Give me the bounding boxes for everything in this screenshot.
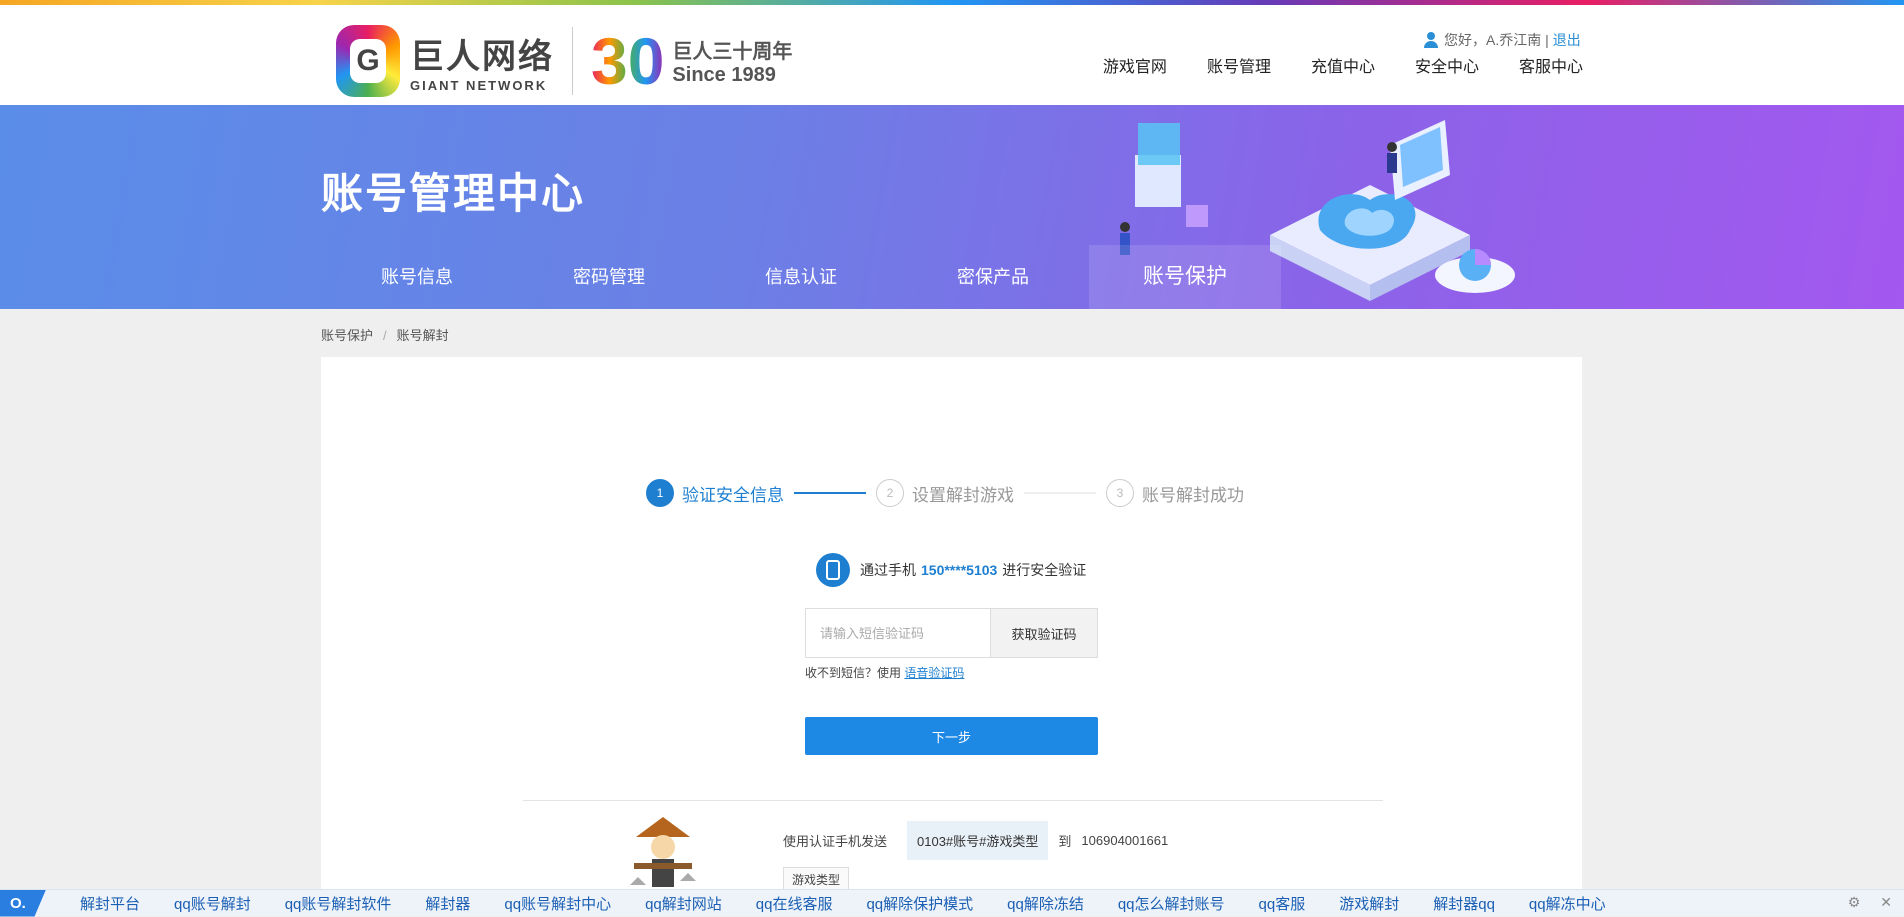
- bottom-link[interactable]: qq解冻中心: [1529, 893, 1606, 914]
- logo-cn: 巨人网络: [410, 38, 554, 76]
- bottom-link[interactable]: qq账号解封中心: [504, 893, 611, 914]
- step-unblock-success: 3 账号解封成功: [1106, 479, 1244, 507]
- bottom-link[interactable]: qq解除保护模式: [866, 893, 973, 914]
- account-banner: 账号管理中心 账号信息 密码管理 信息认证 密保产品 账号保护: [0, 105, 1904, 309]
- scarecrow-illustration: [630, 817, 696, 887]
- nav-game-site[interactable]: 游戏官网: [1103, 53, 1167, 77]
- anniversary-30-icon: 30: [591, 24, 665, 98]
- banner-title: 账号管理中心: [321, 170, 586, 217]
- section-divider: [523, 800, 1383, 801]
- sms-code-row: 获取验证码: [805, 608, 1098, 658]
- greeting-text: 您好，A.乔江南 |: [1444, 32, 1549, 48]
- step-label: 账号解封成功: [1142, 485, 1244, 505]
- tab-security-products[interactable]: 密保产品: [897, 245, 1089, 309]
- logout-link[interactable]: 退出: [1553, 30, 1581, 50]
- step-number: 1: [646, 479, 674, 507]
- no-sms-hint: 收不到短信？使用 语音验证码: [805, 664, 964, 681]
- step-verify-security: 1 验证安全信息: [646, 479, 784, 507]
- sms-code-format: 0103#账号#游戏类型: [907, 821, 1049, 860]
- step-connector: [1024, 492, 1096, 494]
- bottom-link[interactable]: qq账号解封软件: [285, 893, 392, 914]
- bottom-search-bar: O. 解封平台 qq账号解封 qq账号解封软件 解封器 qq账号解封中心 qq解…: [0, 889, 1904, 917]
- logo-en: GIANT NETWORK: [410, 78, 548, 93]
- bottom-tools: ⚙ ✕: [1848, 894, 1892, 911]
- user-greeting: 您好，A.乔江南 | 退出: [1424, 30, 1581, 50]
- giant-logo-icon: [336, 25, 400, 97]
- breadcrumb-separator: /: [383, 328, 387, 343]
- breadcrumb-account-protection[interactable]: 账号保护: [321, 328, 373, 343]
- nav-recharge-center[interactable]: 充值中心: [1311, 53, 1375, 77]
- bottom-link[interactable]: qq客服: [1259, 893, 1306, 914]
- bottom-link[interactable]: qq解除冻结: [1007, 893, 1084, 914]
- step-label: 验证安全信息: [682, 485, 784, 505]
- sms-instruction: 使用认证手机发送 0103#账号#游戏类型 到 106904001661: [783, 821, 1168, 860]
- tab-account-protection[interactable]: 账号保护: [1089, 245, 1281, 309]
- tab-password-management[interactable]: 密码管理: [513, 245, 705, 309]
- next-step-button[interactable]: 下一步: [805, 717, 1098, 755]
- breadcrumb-account-unblock: 账号解封: [396, 328, 449, 343]
- verify-prefix: 通过手机: [860, 562, 916, 578]
- anniversary-since: Since 1989: [672, 64, 776, 86]
- step-number: 3: [1106, 479, 1134, 507]
- step-set-game: 2 设置解封游戏: [876, 479, 1014, 507]
- bottom-link[interactable]: 解封平台: [80, 893, 140, 914]
- user-icon: [1424, 32, 1438, 48]
- anniversary-cn: 巨人三十周年: [672, 41, 793, 63]
- account-tabs: 账号信息 密码管理 信息认证 密保产品 账号保护: [321, 245, 1281, 309]
- sms-to: 到: [1058, 834, 1072, 849]
- masked-phone-number: 150****5103: [921, 562, 998, 578]
- nav-security-center[interactable]: 安全中心: [1415, 53, 1479, 77]
- bottom-link[interactable]: 解封器: [425, 893, 470, 914]
- bottom-link[interactable]: qq怎么解封账号: [1118, 893, 1225, 914]
- top-nav: 游戏官网 账号管理 充值中心 安全中心 客服中心: [1103, 53, 1583, 77]
- site-header: 巨人网络 GIANT NETWORK 30 巨人三十周年 Since 1989 …: [0, 5, 1904, 105]
- search-logo-icon[interactable]: O.: [0, 889, 46, 917]
- voice-code-link[interactable]: 语音验证码: [904, 666, 964, 680]
- sms-code-input[interactable]: [805, 608, 990, 658]
- bottom-link[interactable]: 游戏解封: [1339, 893, 1399, 914]
- brand-logo[interactable]: 巨人网络 GIANT NETWORK 30 巨人三十周年 Since 1989: [336, 25, 792, 97]
- bottom-link[interactable]: 解封器qq: [1433, 893, 1495, 914]
- progress-steps: 1 验证安全信息 2 设置解封游戏 3 账号解封成功: [646, 479, 1244, 507]
- nav-service-center[interactable]: 客服中心: [1519, 53, 1583, 77]
- bottom-link[interactable]: qq在线客服: [756, 893, 833, 914]
- tab-account-info[interactable]: 账号信息: [321, 245, 513, 309]
- settings-gear-icon[interactable]: ⚙: [1848, 894, 1861, 911]
- get-code-button[interactable]: 获取验证码: [990, 608, 1098, 658]
- close-icon[interactable]: ✕: [1880, 894, 1892, 911]
- nav-account-management[interactable]: 账号管理: [1207, 53, 1271, 77]
- bottom-link[interactable]: qq账号解封: [174, 893, 251, 914]
- verify-suffix: 进行安全验证: [1002, 562, 1087, 578]
- bottom-link[interactable]: qq解封网站: [645, 893, 722, 914]
- breadcrumb: 账号保护 / 账号解封: [321, 325, 449, 344]
- tab-identity-verification[interactable]: 信息认证: [705, 245, 897, 309]
- sms-send-text: 使用认证手机发送: [783, 834, 888, 849]
- bottom-links: 解封平台 qq账号解封 qq账号解封软件 解封器 qq账号解封中心 qq解封网站…: [80, 893, 1606, 914]
- step-connector: [794, 492, 866, 494]
- phone-verify-line: 通过手机 150****5103 进行安全验证: [816, 553, 1086, 587]
- sms-target-number: 106904001661: [1081, 833, 1169, 848]
- step-label: 设置解封游戏: [912, 485, 1014, 505]
- no-sms-text: 收不到短信？使用: [805, 666, 902, 680]
- step-number: 2: [876, 479, 904, 507]
- logo-divider: [572, 27, 573, 95]
- mobile-phone-icon: [816, 553, 850, 587]
- unblock-card: 1 验证安全信息 2 设置解封游戏 3 账号解封成功 通过手机 150****5…: [321, 357, 1582, 897]
